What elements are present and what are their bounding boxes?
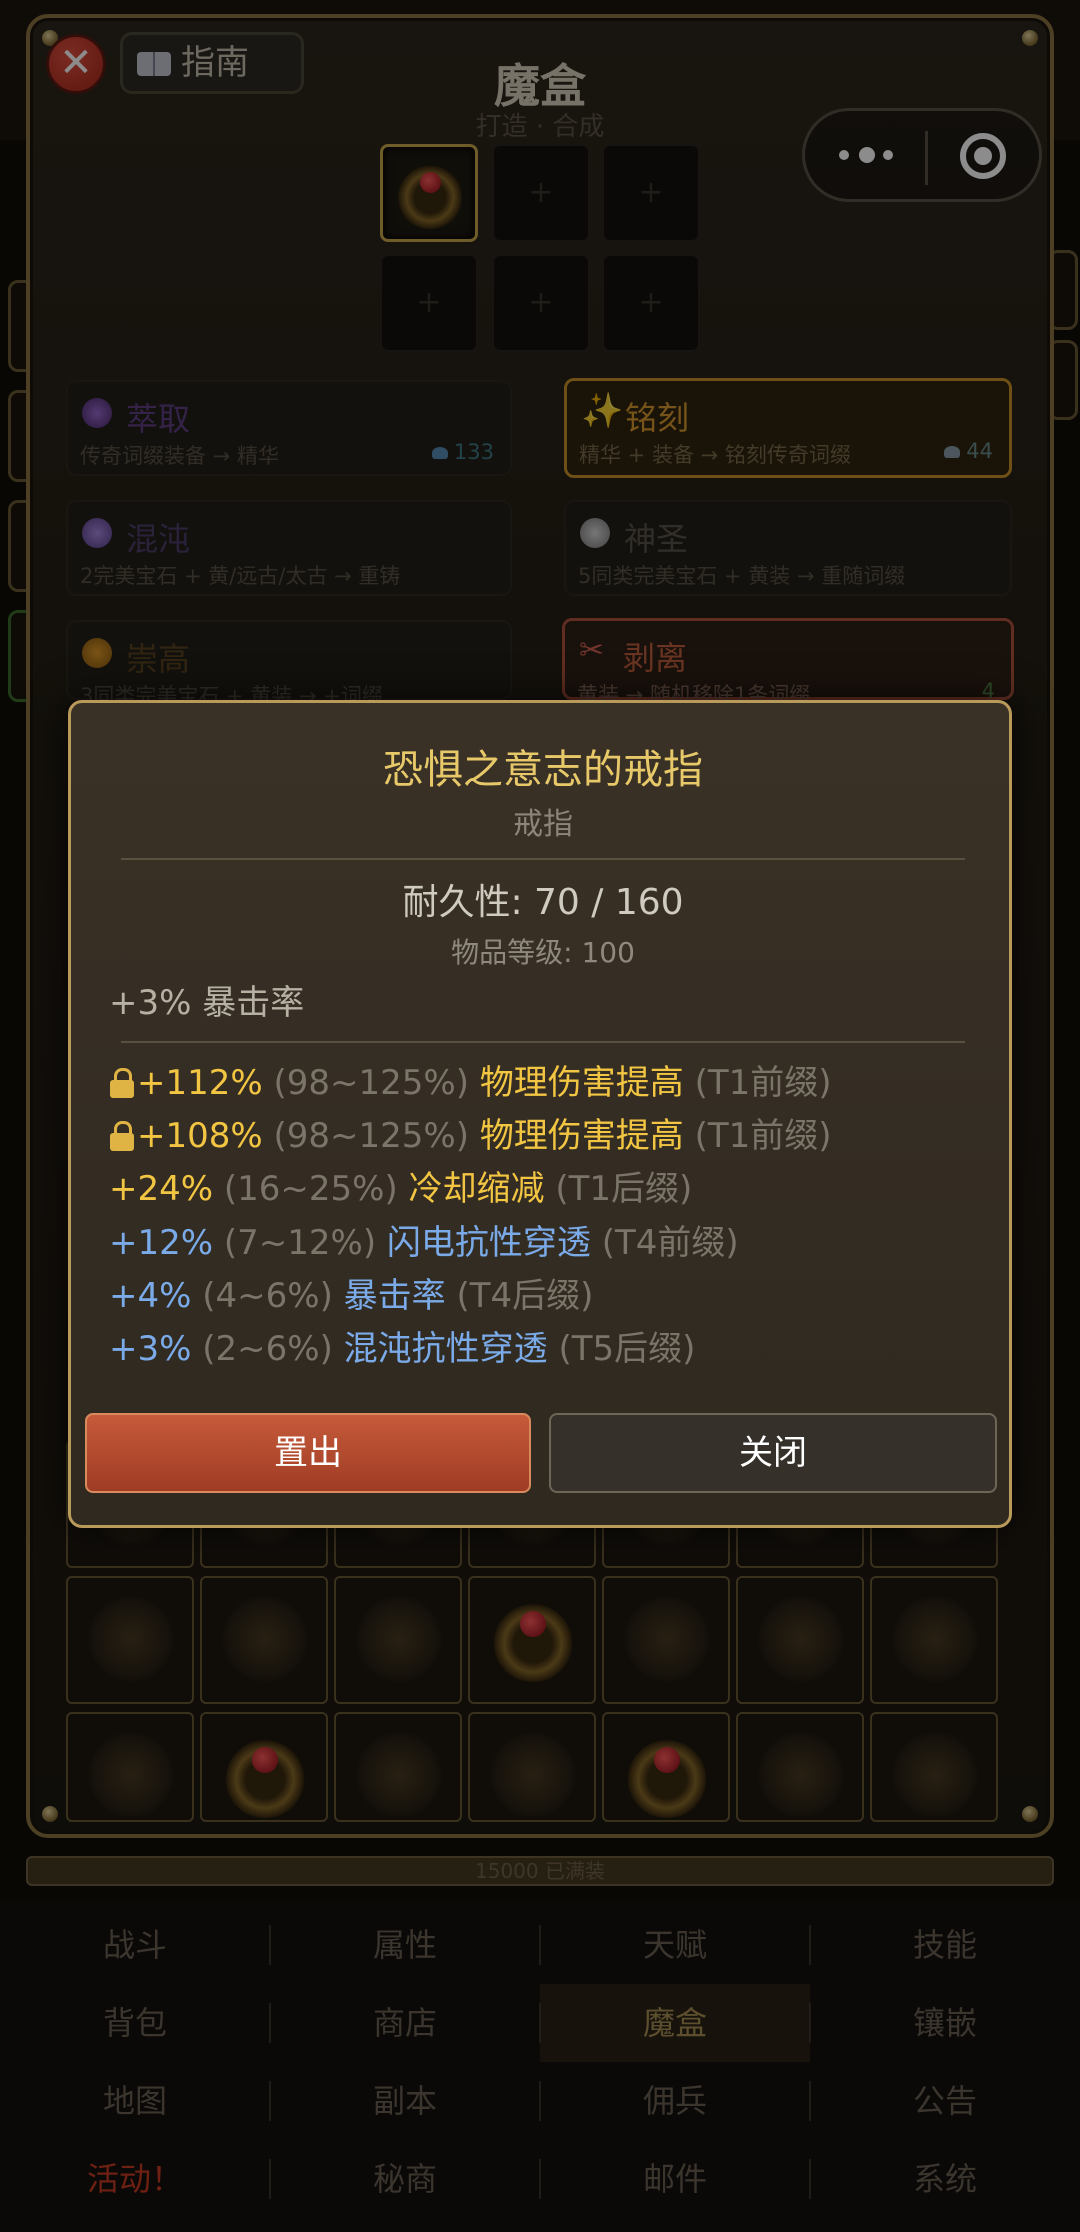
- nav-divider: [269, 2003, 271, 2043]
- affix-tier: (T1前缀): [694, 1063, 832, 1103]
- affix-row: +24% (16~25%) 冷却缩减 (T1后缀): [109, 1161, 692, 1210]
- item-durability: 耐久性: 70 / 160: [402, 882, 684, 923]
- inventory-progress-bar: 15000 已满装: [26, 1856, 1054, 1886]
- affix-range: (2~6%): [202, 1329, 333, 1369]
- nav-item[interactable]: 镶嵌: [810, 1984, 1080, 2062]
- divider: [121, 858, 965, 860]
- affix-range: (16~25%): [223, 1169, 398, 1209]
- nav-item[interactable]: 系统: [810, 2140, 1080, 2218]
- nav-divider: [539, 2081, 541, 2121]
- nav-item[interactable]: 公告: [810, 2062, 1080, 2140]
- nav-item[interactable]: 佣兵: [540, 2062, 810, 2140]
- bottom-nav: 战斗 属性 天赋 技能背包 商店 魔盒 镶嵌地图 副本 佣兵 公告活动！ 秘商 邮件 系统: [0, 1900, 1080, 2232]
- take-out-button[interactable]: 置出: [85, 1413, 531, 1493]
- nav-divider: [809, 2003, 811, 2043]
- affix-tier: (T1后缀): [555, 1169, 693, 1209]
- lock-icon: [109, 1068, 135, 1098]
- nav-item[interactable]: 秘商: [270, 2140, 540, 2218]
- item-tooltip-modal: 恐惧之意志的戒指 戒指 耐久性: 70 / 160 物品等级: 100 +3% …: [68, 700, 1012, 1528]
- nav-divider: [539, 1925, 541, 1965]
- nav-item[interactable]: 背包: [0, 1984, 270, 2062]
- affix-row: +108% (98~125%) 物理伤害提高 (T1前缀): [109, 1108, 832, 1157]
- nav-divider: [539, 2003, 541, 2043]
- close-tooltip-button[interactable]: 关闭: [549, 1413, 997, 1493]
- lock-icon: [109, 1121, 135, 1151]
- item-type: 戒指: [513, 807, 573, 842]
- nav-item[interactable]: 地图: [0, 2062, 270, 2140]
- affix-tier: (T1前缀): [694, 1116, 832, 1156]
- affix-row: +12% (7~12%) 闪电抗性穿透 (T4前缀): [109, 1215, 739, 1264]
- nav-item[interactable]: 天赋: [540, 1906, 810, 1984]
- affix-value: +24%: [109, 1169, 214, 1209]
- affix-range: (4~6%): [202, 1276, 333, 1316]
- affix-row: +4% (4~6%) 暴击率 (T4后缀): [109, 1268, 593, 1317]
- affix-value: +12%: [109, 1223, 214, 1263]
- nav-divider: [269, 1925, 271, 1965]
- nav-divider: [539, 2159, 541, 2199]
- nav-item[interactable]: 魔盒: [540, 1984, 810, 2062]
- implicit-affix: +3% 暴击率: [109, 983, 305, 1023]
- nav-item[interactable]: 副本: [270, 2062, 540, 2140]
- progress-text: 15000 已满装: [475, 1859, 605, 1883]
- affix-name: 物理伤害提高: [479, 1063, 684, 1103]
- game-screen: { "header": { "close_symbol": "✕", "guid…: [0, 0, 1080, 2232]
- affix-name: 暴击率: [343, 1276, 446, 1316]
- nav-item[interactable]: 属性: [270, 1906, 540, 1984]
- affix-name: 闪电抗性穿透: [386, 1223, 591, 1263]
- divider: [121, 1041, 965, 1043]
- nav-item[interactable]: 活动！: [0, 2140, 270, 2218]
- nav-divider: [809, 1925, 811, 1965]
- affix-range: (98~125%): [273, 1063, 469, 1103]
- affix-range: (7~12%): [223, 1223, 377, 1263]
- affix-range: (98~125%): [273, 1116, 469, 1156]
- nav-divider: [269, 2081, 271, 2121]
- nav-item[interactable]: 邮件: [540, 2140, 810, 2218]
- nav-divider: [269, 2159, 271, 2199]
- affix-row: +112% (98~125%) 物理伤害提高 (T1前缀): [109, 1055, 832, 1104]
- affix-row: +3% (2~6%) 混沌抗性穿透 (T5后缀): [109, 1321, 695, 1370]
- affix-name: 冷却缩减: [408, 1169, 545, 1209]
- item-level: 物品等级: 100: [451, 936, 635, 969]
- nav-item[interactable]: 战斗: [0, 1906, 270, 1984]
- affix-tier: (T4前缀): [601, 1223, 739, 1263]
- affix-name: 混沌抗性穿透: [343, 1329, 548, 1369]
- affix-name: 物理伤害提高: [479, 1116, 684, 1156]
- nav-divider: [809, 2159, 811, 2199]
- nav-divider: [809, 2081, 811, 2121]
- affix-value: +112%: [137, 1063, 263, 1103]
- affix-value: +4%: [109, 1276, 192, 1316]
- nav-item[interactable]: 技能: [810, 1906, 1080, 1984]
- affix-tier: (T5后缀): [558, 1329, 696, 1369]
- nav-item[interactable]: 商店: [270, 1984, 540, 2062]
- affix-tier: (T4后缀): [456, 1276, 594, 1316]
- item-name: 恐惧之意志的戒指: [383, 747, 703, 793]
- affix-value: +108%: [137, 1116, 263, 1156]
- affix-value: +3%: [109, 1329, 192, 1369]
